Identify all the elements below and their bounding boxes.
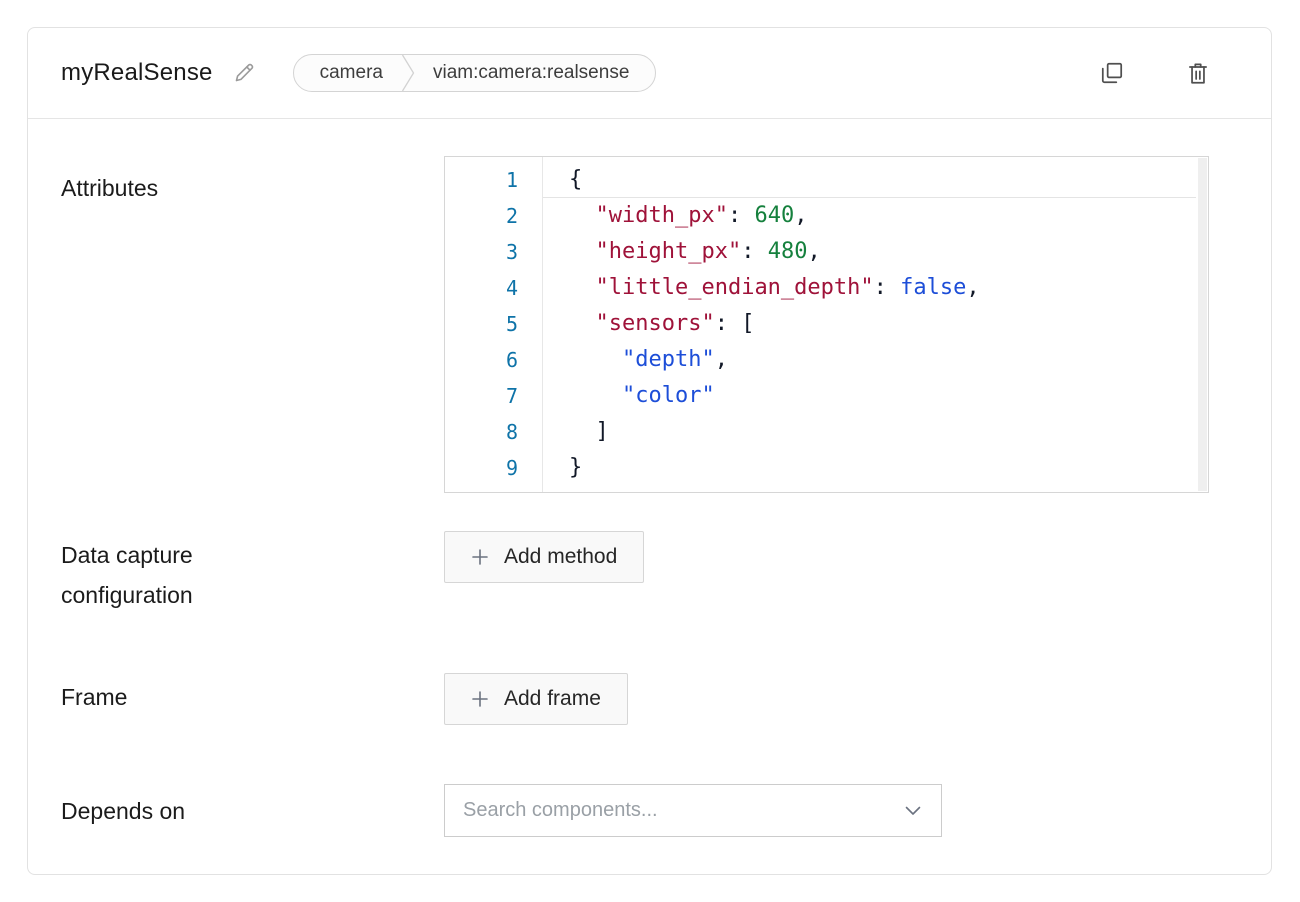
frame-row: Frame Add frame (61, 673, 1209, 725)
header-actions (1095, 56, 1215, 90)
attributes-label: Attributes (61, 156, 311, 208)
code-line-content: "height_px": 480, (542, 234, 1196, 270)
line-number: 7 (445, 378, 542, 414)
add-method-button[interactable]: Add method (444, 531, 644, 583)
search-components-input[interactable] (463, 799, 905, 822)
code-line: 9} (445, 450, 1208, 486)
code-line-content: "depth", (542, 342, 1196, 378)
code-line-content: "color" (542, 378, 1196, 414)
code-line-content: "width_px": 640, (542, 198, 1196, 234)
plus-icon (471, 548, 489, 566)
data-capture-label: Data capture configuration (61, 531, 311, 615)
trash-icon (1185, 60, 1211, 86)
pencil-icon (233, 62, 255, 84)
component-name: myRealSense (61, 59, 213, 87)
component-type-breadcrumb: camera viam:camera:realsense (293, 54, 657, 92)
attributes-code-editor[interactable]: 1{2 "width_px": 640,3 "height_px": 480,4… (444, 156, 1209, 493)
code-line-content: } (542, 450, 1196, 486)
add-method-label: Add method (504, 545, 617, 569)
card-header: myRealSense camera viam:camera:realsense (28, 28, 1271, 119)
code-line: 1{ (445, 162, 1208, 198)
line-number: 8 (445, 414, 542, 450)
line-number: 2 (445, 198, 542, 234)
line-number: 5 (445, 306, 542, 342)
code-editor-lines: 1{2 "width_px": 640,3 "height_px": 480,4… (445, 162, 1208, 486)
edit-name-button[interactable] (229, 58, 259, 88)
add-frame-button[interactable]: Add frame (444, 673, 628, 725)
depends-on-select[interactable] (444, 784, 942, 837)
card-body: Attributes 1{2 "width_px": 640,3 "height… (28, 119, 1271, 874)
chevron-down-icon (905, 806, 921, 816)
code-line: 2 "width_px": 640, (445, 198, 1208, 234)
code-line: 3 "height_px": 480, (445, 234, 1208, 270)
plus-icon (471, 690, 489, 708)
code-line-content: "little_endian_depth": false, (542, 270, 1196, 306)
code-line: 4 "little_endian_depth": false, (445, 270, 1208, 306)
code-line-content: "sensors": [ (542, 306, 1196, 342)
editor-scrollbar[interactable] (1198, 158, 1207, 491)
line-number: 6 (445, 342, 542, 378)
code-line-content: ] (542, 414, 1196, 450)
add-frame-label: Add frame (504, 687, 601, 711)
delete-button[interactable] (1181, 56, 1215, 90)
code-line: 5 "sensors": [ (445, 306, 1208, 342)
depends-on-row: Depends on (61, 784, 1209, 837)
line-number: 4 (445, 270, 542, 306)
line-number: 3 (445, 234, 542, 270)
code-line: 8 ] (445, 414, 1208, 450)
breadcrumb-model: viam:camera:realsense (415, 62, 655, 84)
duplicate-button[interactable] (1095, 56, 1129, 90)
attributes-row: Attributes 1{2 "width_px": 640,3 "height… (61, 156, 1209, 493)
page: myRealSense camera viam:camera:realsense (0, 0, 1300, 902)
code-line-content: { (542, 162, 1196, 198)
code-line: 6 "depth", (445, 342, 1208, 378)
duplicate-icon (1099, 60, 1125, 86)
frame-label: Frame (61, 673, 311, 717)
component-card: myRealSense camera viam:camera:realsense (27, 27, 1272, 875)
line-number: 9 (445, 450, 542, 486)
code-line: 7 "color" (445, 378, 1208, 414)
depends-on-label: Depends on (61, 791, 311, 831)
breadcrumb-type: camera (294, 62, 401, 84)
data-capture-row: Data capture configuration Add method (61, 531, 1209, 615)
line-number: 1 (445, 162, 542, 198)
breadcrumb-separator-icon (401, 54, 415, 92)
